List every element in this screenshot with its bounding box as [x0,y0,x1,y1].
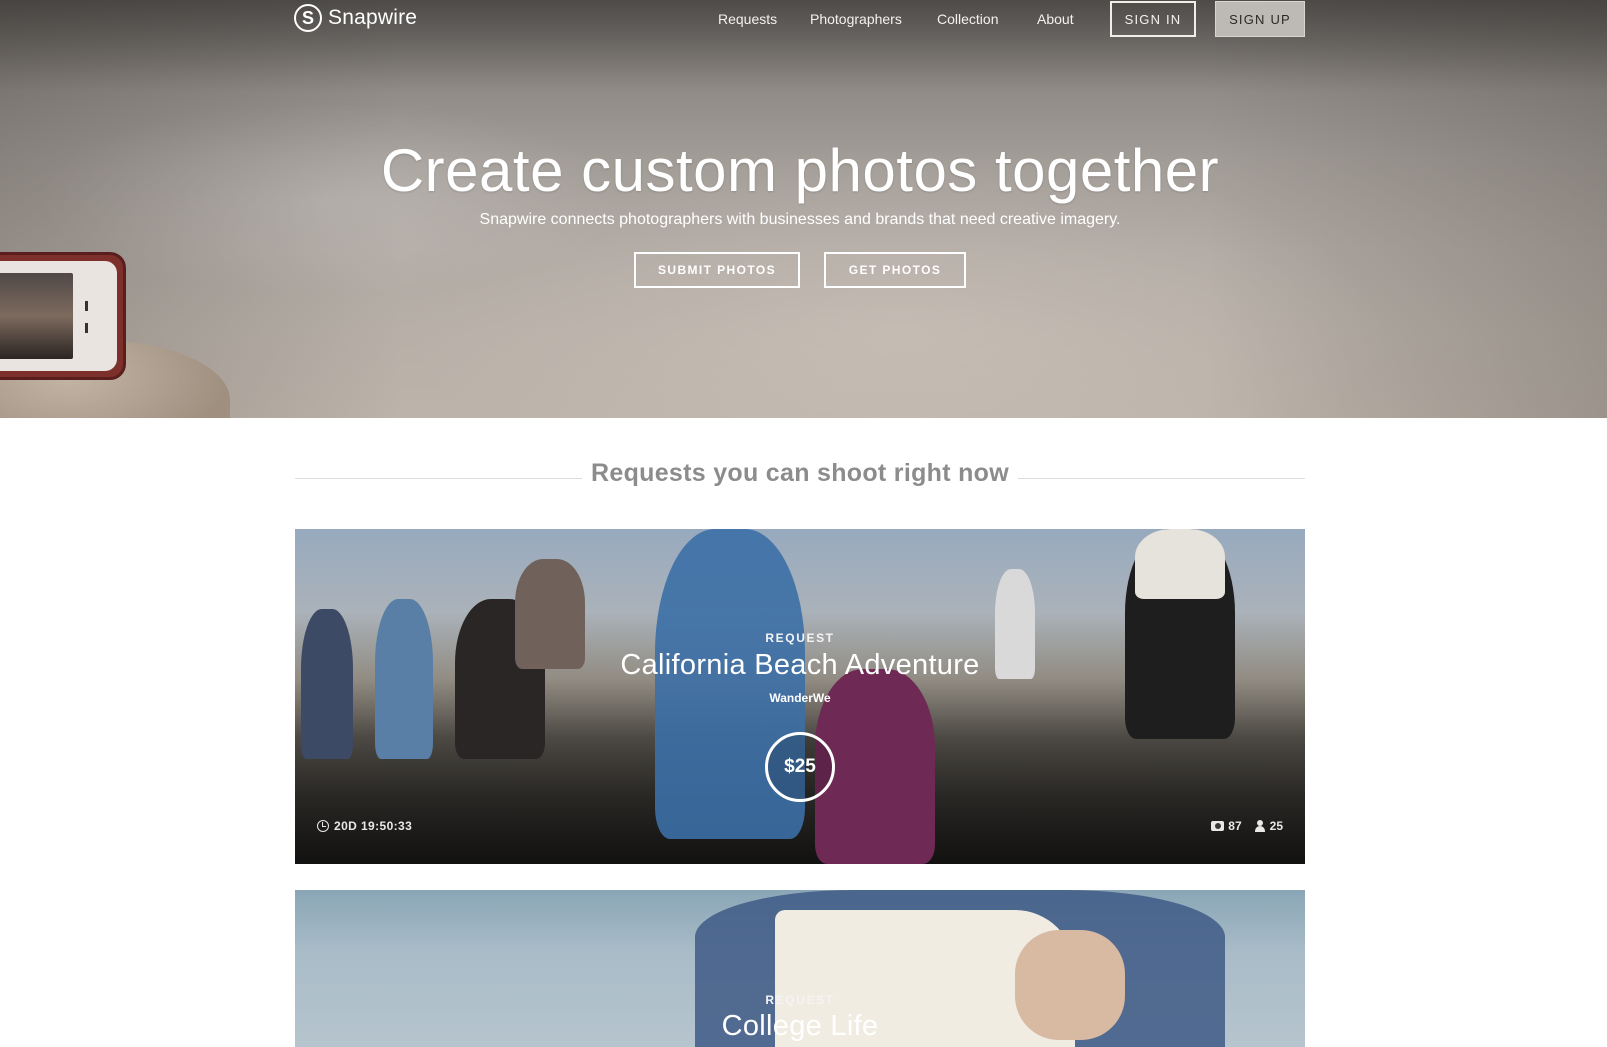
hero-subtitle: Snapwire connects photographers with bus… [479,211,1121,228]
request-author[interactable]: WanderWe [295,691,1305,705]
nav-link-collection[interactable]: Collection [937,11,998,27]
request-card[interactable]: REQUEST California Beach Adventure Wande… [295,529,1305,864]
request-kicker: REQUEST [765,631,835,645]
nav-link-photographers[interactable]: Photographers [810,11,902,27]
snapwire-logo-icon: S [294,4,322,32]
request-card[interactable]: REQUEST College Life [295,890,1305,1047]
section-title: Requests you can shoot right now [591,459,1009,487]
request-timer: 20D 19:50:33 [317,819,412,833]
hero-banner: S Snapwire Requests Photographers Collec… [0,0,1607,418]
request-kicker: REQUEST [765,993,835,1007]
sign-in-button[interactable]: SIGN IN [1110,1,1196,37]
photographer-count: 25 [1269,819,1283,833]
request-price-badge: $25 [765,732,835,802]
clock-icon [317,820,329,832]
sign-up-button[interactable]: SIGN UP [1215,1,1305,37]
request-title[interactable]: College Life [295,1010,1305,1043]
nav-link-about[interactable]: About [1037,11,1074,27]
top-navigation: S Snapwire Requests Photographers Collec… [0,0,1607,40]
time-remaining: 20D 19:50:33 [334,819,413,833]
section-divider-right [1018,478,1305,479]
request-title[interactable]: California Beach Adventure [295,649,1305,682]
get-photos-button[interactable]: GET PHOTOS [824,252,966,288]
snapwire-logo[interactable]: S Snapwire [294,4,417,32]
user-icon [1254,820,1266,832]
brand-name: Snapwire [328,6,418,29]
hero-overlay [0,0,1607,418]
request-stats: 87 25 [1211,819,1283,833]
hero-title: Create custom photos together [380,137,1220,204]
nav-link-requests[interactable]: Requests [718,11,777,27]
photo-count: 87 [1228,819,1242,833]
submit-photos-button[interactable]: SUBMIT PHOTOS [634,252,800,288]
hero-phone-image [0,252,126,380]
camera-icon [1211,821,1225,831]
